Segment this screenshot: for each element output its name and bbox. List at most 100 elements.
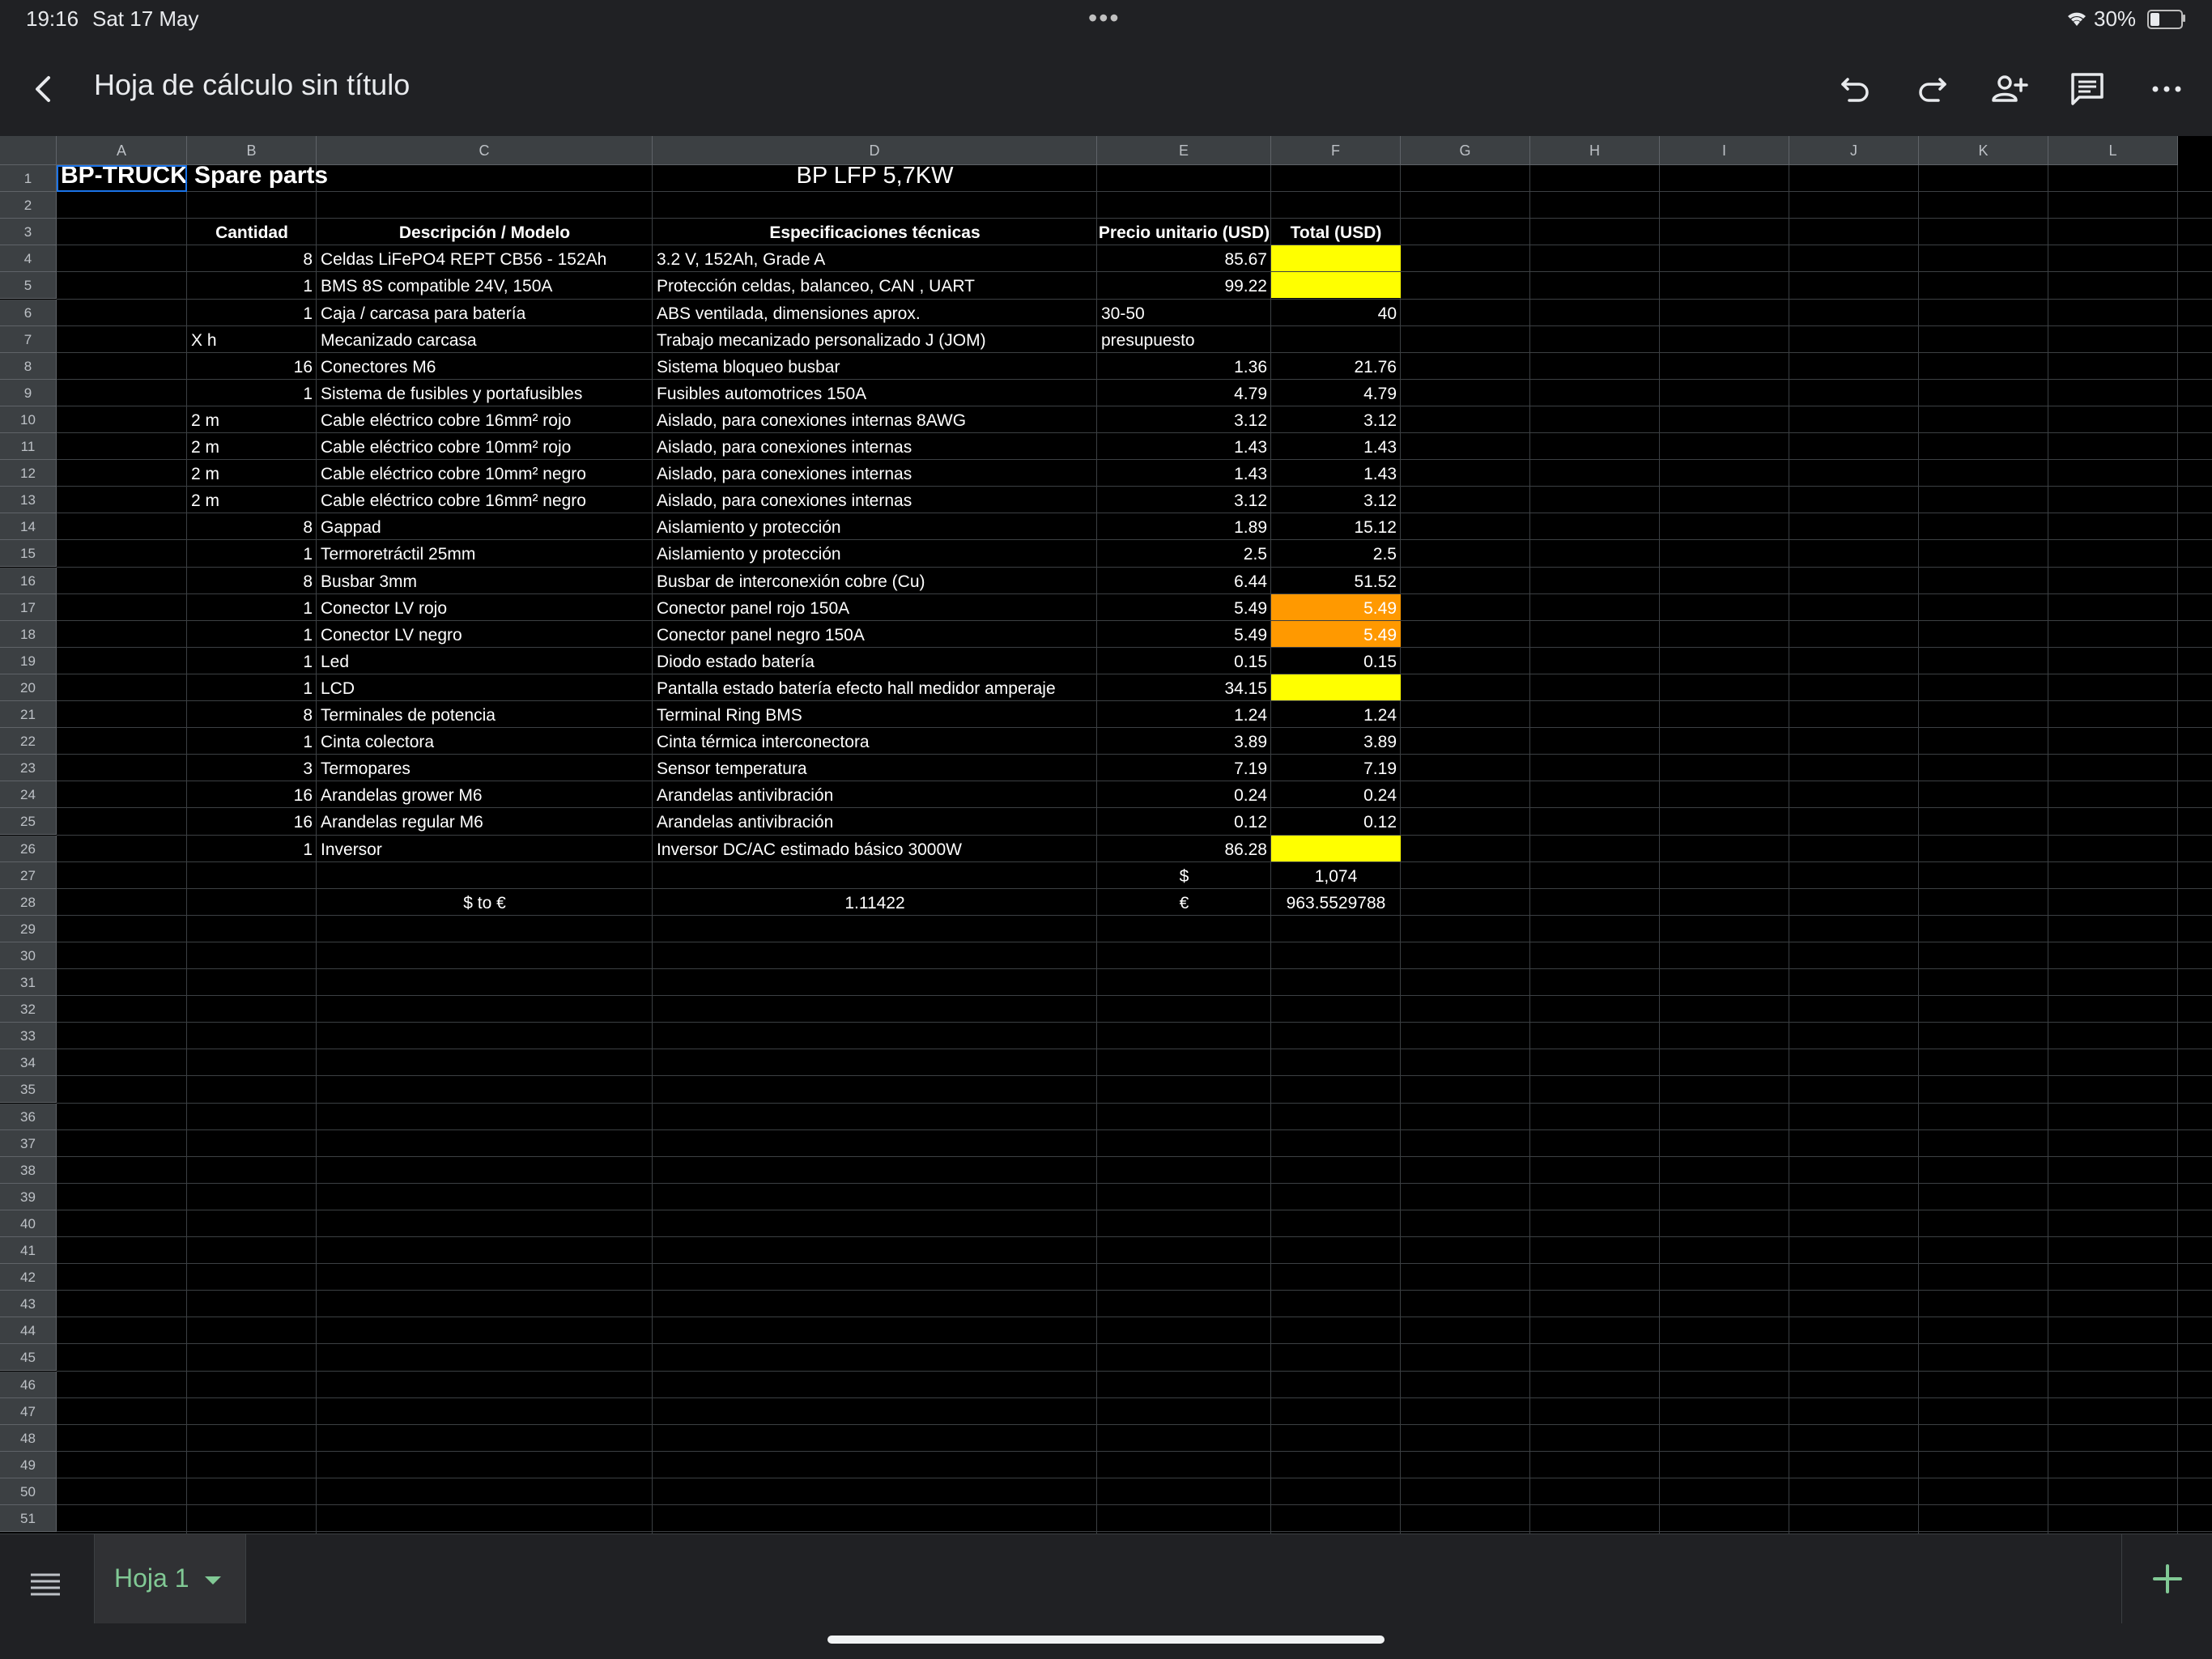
cell-cantidad[interactable]: 8 — [187, 568, 317, 593]
cell-total[interactable]: 86.28 — [1271, 835, 1401, 861]
cell-descripcion[interactable]: Cable eléctrico cobre 10mm² rojo — [317, 433, 653, 459]
cell-total[interactable]: 0.15 — [1271, 648, 1401, 674]
cell-total[interactable]: 1.43 — [1271, 460, 1401, 486]
row-header-39[interactable]: 39 — [0, 1183, 57, 1210]
row-header-21[interactable]: 21 — [0, 701, 57, 729]
column-header-l[interactable]: L — [2048, 136, 2178, 165]
more-options-button[interactable] — [2146, 68, 2188, 110]
row-header-46[interactable]: 46 — [0, 1371, 57, 1398]
cell-total[interactable]: 5.49 — [1271, 593, 1401, 620]
cell-especificacion[interactable]: Protección celdas, balanceo, CAN , UART — [653, 272, 1097, 298]
cell-eur-symbol[interactable]: € — [1097, 889, 1271, 915]
cell-total[interactable]: 15.12 — [1271, 513, 1401, 539]
cell-total[interactable]: 0.24 — [1271, 781, 1401, 807]
header-precio-unitario[interactable]: Precio unitario (USD) — [1097, 219, 1271, 245]
column-header-a[interactable]: A — [57, 136, 187, 165]
row-header-41[interactable]: 41 — [0, 1237, 57, 1265]
cell-precio-unitario[interactable]: 0.15 — [1097, 648, 1271, 674]
column-header-i[interactable]: I — [1660, 136, 1789, 165]
caret-down-icon[interactable] — [205, 1576, 221, 1585]
share-button[interactable] — [1989, 68, 2031, 110]
row-header-33[interactable]: 33 — [0, 1023, 57, 1050]
row-header-29[interactable]: 29 — [0, 915, 57, 942]
row-header-48[interactable]: 48 — [0, 1424, 57, 1452]
cell-cantidad[interactable]: 8 — [187, 701, 317, 727]
row-header-6[interactable]: 6 — [0, 299, 57, 326]
cell-cantidad[interactable]: 1 — [187, 648, 317, 674]
spreadsheet-grid[interactable]: A B C D E F G H I J K L 1 2 3 4 5 6 7 8 9 10 11 12 13 14 15 16 17 18 1… — [0, 136, 2212, 1534]
cell-total[interactable]: 3.12 — [1271, 406, 1401, 432]
cell-descripcion[interactable]: Gappad — [317, 513, 653, 539]
comment-button[interactable] — [2066, 68, 2108, 110]
column-header-k[interactable]: K — [1919, 136, 2048, 165]
select-all-corner[interactable] — [0, 136, 57, 165]
cell-descripcion[interactable]: Busbar 3mm — [317, 568, 653, 593]
row-header-12[interactable]: 12 — [0, 460, 57, 487]
cell-descripcion[interactable]: Sistema de fusibles y portafusibles — [317, 380, 653, 406]
cell-especificacion[interactable]: Terminal Ring BMS — [653, 701, 1097, 727]
row-header-32[interactable]: 32 — [0, 996, 57, 1023]
row-header-16[interactable]: 16 — [0, 567, 57, 594]
cell-precio-unitario[interactable]: 0.24 — [1097, 781, 1271, 807]
cell-descripcion[interactable]: Arandelas grower M6 — [317, 781, 653, 807]
cell-precio-unitario[interactable]: 2.5 — [1097, 540, 1271, 566]
cell-precio-unitario[interactable]: 1.89 — [1097, 513, 1271, 539]
cell-especificacion[interactable]: Sistema bloqueo busbar — [653, 353, 1097, 379]
row-header-40[interactable]: 40 — [0, 1210, 57, 1237]
row-header-1[interactable]: 1 — [0, 165, 57, 193]
cell-especificacion[interactable]: Fusibles automotrices 150A — [653, 380, 1097, 406]
cell-precio-unitario[interactable]: 85.67 — [1097, 245, 1271, 271]
cell-usd-symbol[interactable]: $ — [1097, 862, 1271, 888]
cell-precio-unitario[interactable]: 7.19 — [1097, 755, 1271, 781]
cell-especificacion[interactable]: Aislamiento y protección — [653, 540, 1097, 566]
row-header-19[interactable]: 19 — [0, 647, 57, 674]
cell-rate-label[interactable]: $ to € — [317, 889, 653, 915]
row-header-9[interactable]: 9 — [0, 379, 57, 406]
row-header-20[interactable]: 20 — [0, 674, 57, 701]
cell-cantidad[interactable]: 16 — [187, 808, 317, 834]
header-total[interactable]: Total (USD) — [1271, 219, 1401, 245]
cell-total[interactable]: 40 — [1271, 300, 1401, 325]
cell-rate-value[interactable]: 1.11422 — [653, 889, 1097, 915]
cell-descripcion[interactable]: Cable eléctrico cobre 16mm² negro — [317, 487, 653, 513]
cell-cantidad[interactable]: 3 — [187, 755, 317, 781]
row-header-50[interactable]: 50 — [0, 1478, 57, 1505]
cell-total[interactable]: 7.19 — [1271, 755, 1401, 781]
cell-especificacion[interactable]: Cinta térmica interconectora — [653, 728, 1097, 754]
header-descripcion[interactable]: Descripción / Modelo — [317, 219, 653, 245]
sheet-tab-hoja-1[interactable]: Hoja 1 — [94, 1534, 246, 1623]
row-header-5[interactable]: 5 — [0, 272, 57, 300]
cell-eur-total[interactable]: 963.5529788 — [1271, 889, 1401, 915]
row-header-47[interactable]: 47 — [0, 1397, 57, 1425]
cell-cantidad[interactable]: 1 — [187, 836, 317, 861]
column-header-b[interactable]: B — [187, 136, 317, 165]
column-header-d[interactable]: D — [653, 136, 1097, 165]
row-header-2[interactable]: 2 — [0, 192, 57, 219]
cell-especificacion[interactable]: Inversor DC/AC estimado básico 3000W — [653, 836, 1097, 861]
cell-a1-title[interactable]: BP-TRUCK Spare parts — [57, 162, 328, 191]
cell-descripcion[interactable]: Cinta colectora — [317, 728, 653, 754]
add-sheet-button[interactable] — [2121, 1534, 2212, 1623]
cell-especificacion[interactable]: 3.2 V, 152Ah, Grade A — [653, 245, 1097, 271]
cell-precio-unitario[interactable]: 1.24 — [1097, 701, 1271, 727]
cell-descripcion[interactable]: Termopares — [317, 755, 653, 781]
cell-cantidad[interactable]: 1 — [187, 300, 317, 325]
cell-cantidad[interactable]: 2 m — [187, 433, 317, 459]
cell-descripcion[interactable]: BMS 8S compatible 24V, 150A — [317, 272, 653, 298]
cell-total[interactable]: 51.52 — [1271, 568, 1401, 593]
cell-cantidad[interactable]: 1 — [187, 380, 317, 406]
row-header-24[interactable]: 24 — [0, 781, 57, 809]
cell-descripcion[interactable]: Led — [317, 648, 653, 674]
cell-cantidad[interactable]: 8 — [187, 513, 317, 539]
cell-especificacion[interactable]: Arandelas antivibración — [653, 781, 1097, 807]
cell-total[interactable]: 34.15 — [1271, 674, 1401, 700]
cell-cantidad[interactable]: 2 m — [187, 487, 317, 513]
cell-cantidad[interactable]: 2 m — [187, 460, 317, 486]
header-especificaciones[interactable]: Especificaciones técnicas — [653, 219, 1097, 245]
column-header-g[interactable]: G — [1401, 136, 1530, 165]
row-header-35[interactable]: 35 — [0, 1076, 57, 1104]
row-header-42[interactable]: 42 — [0, 1264, 57, 1291]
row-header-31[interactable]: 31 — [0, 969, 57, 997]
cell-especificacion[interactable]: Aislamiento y protección — [653, 513, 1097, 539]
multitasking-dots-icon[interactable]: ••• — [1088, 3, 1121, 33]
